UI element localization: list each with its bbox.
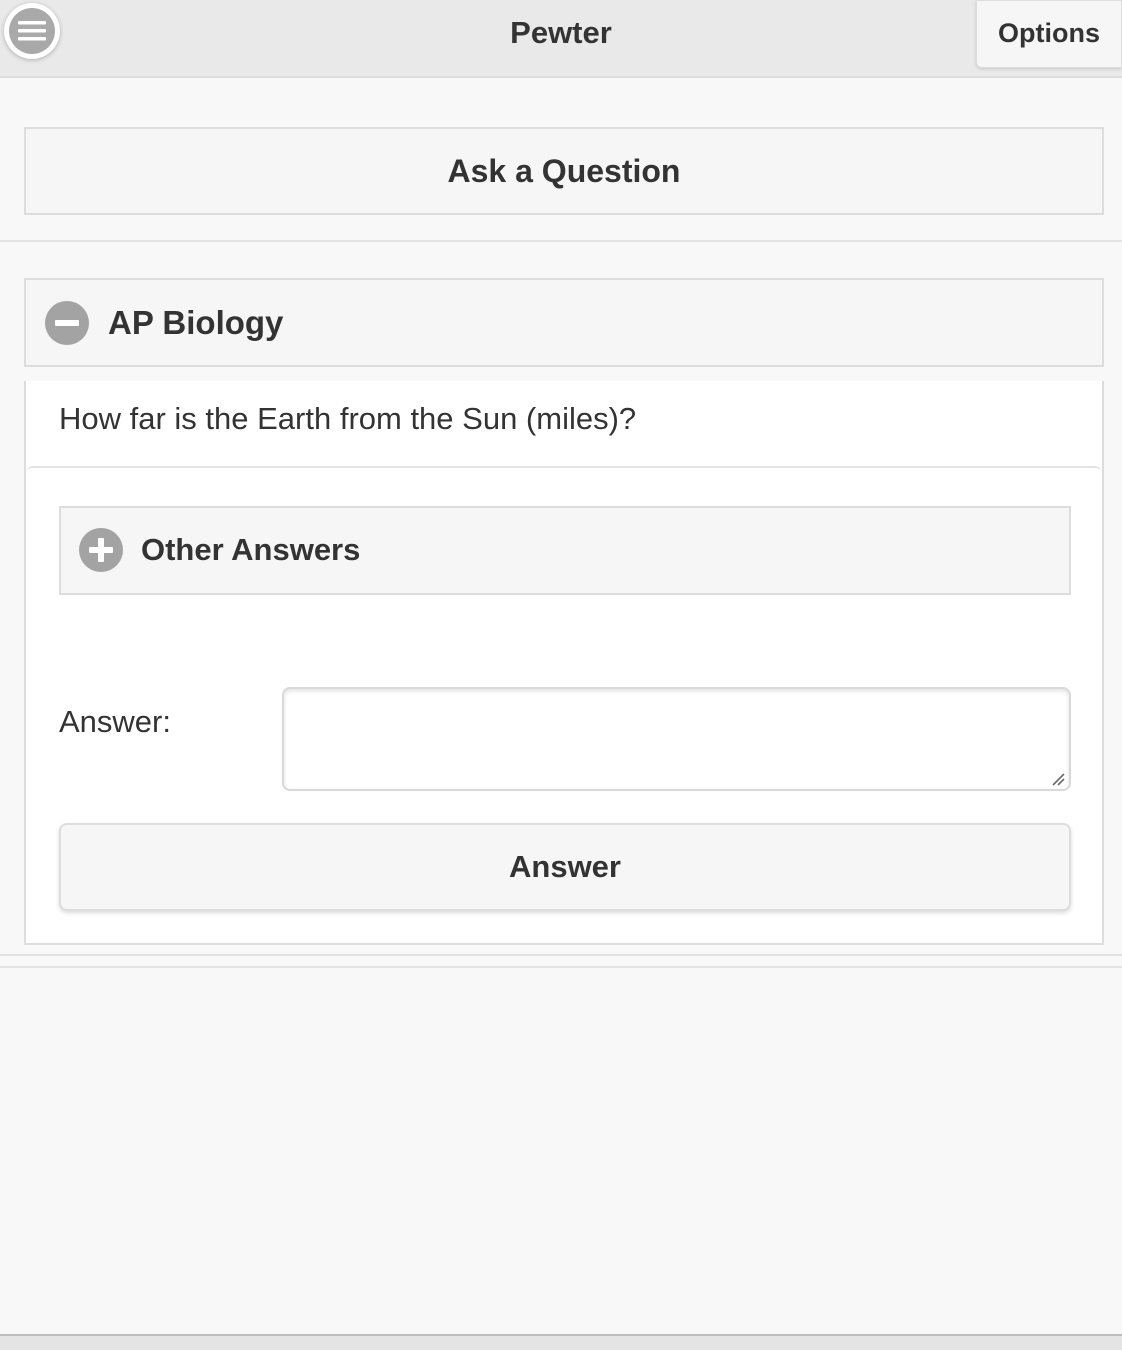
answer-submit-button[interactable]: Answer xyxy=(59,823,1071,911)
app-header: Pewter Options xyxy=(0,0,1122,78)
footer-bar xyxy=(0,1334,1122,1350)
subject-content: How far is the Earth from the Sun (miles… xyxy=(24,381,1104,945)
options-button[interactable]: Options xyxy=(976,0,1122,68)
ask-section: Ask a Question xyxy=(0,78,1122,242)
minus-circle-icon xyxy=(45,301,89,345)
subject-title: AP Biology xyxy=(108,304,284,341)
question-text: How far is the Earth from the Sun (miles… xyxy=(59,401,637,436)
resize-handle-icon[interactable] xyxy=(1051,772,1065,786)
divider xyxy=(0,954,1122,956)
ask-question-button[interactable]: Ask a Question xyxy=(24,127,1104,215)
subject-collapsible-header[interactable]: AP Biology xyxy=(24,278,1104,367)
answers-panel: Other Answers Answer: Answer xyxy=(27,466,1101,942)
other-answers-title: Other Answers xyxy=(141,532,361,567)
other-answers-collapsible-header[interactable]: Other Answers xyxy=(59,506,1071,595)
answer-textarea[interactable] xyxy=(282,687,1071,791)
plus-circle-icon xyxy=(79,528,123,572)
answer-label: Answer: xyxy=(59,704,171,739)
divider xyxy=(0,966,1122,968)
page-title: Pewter xyxy=(510,15,612,50)
